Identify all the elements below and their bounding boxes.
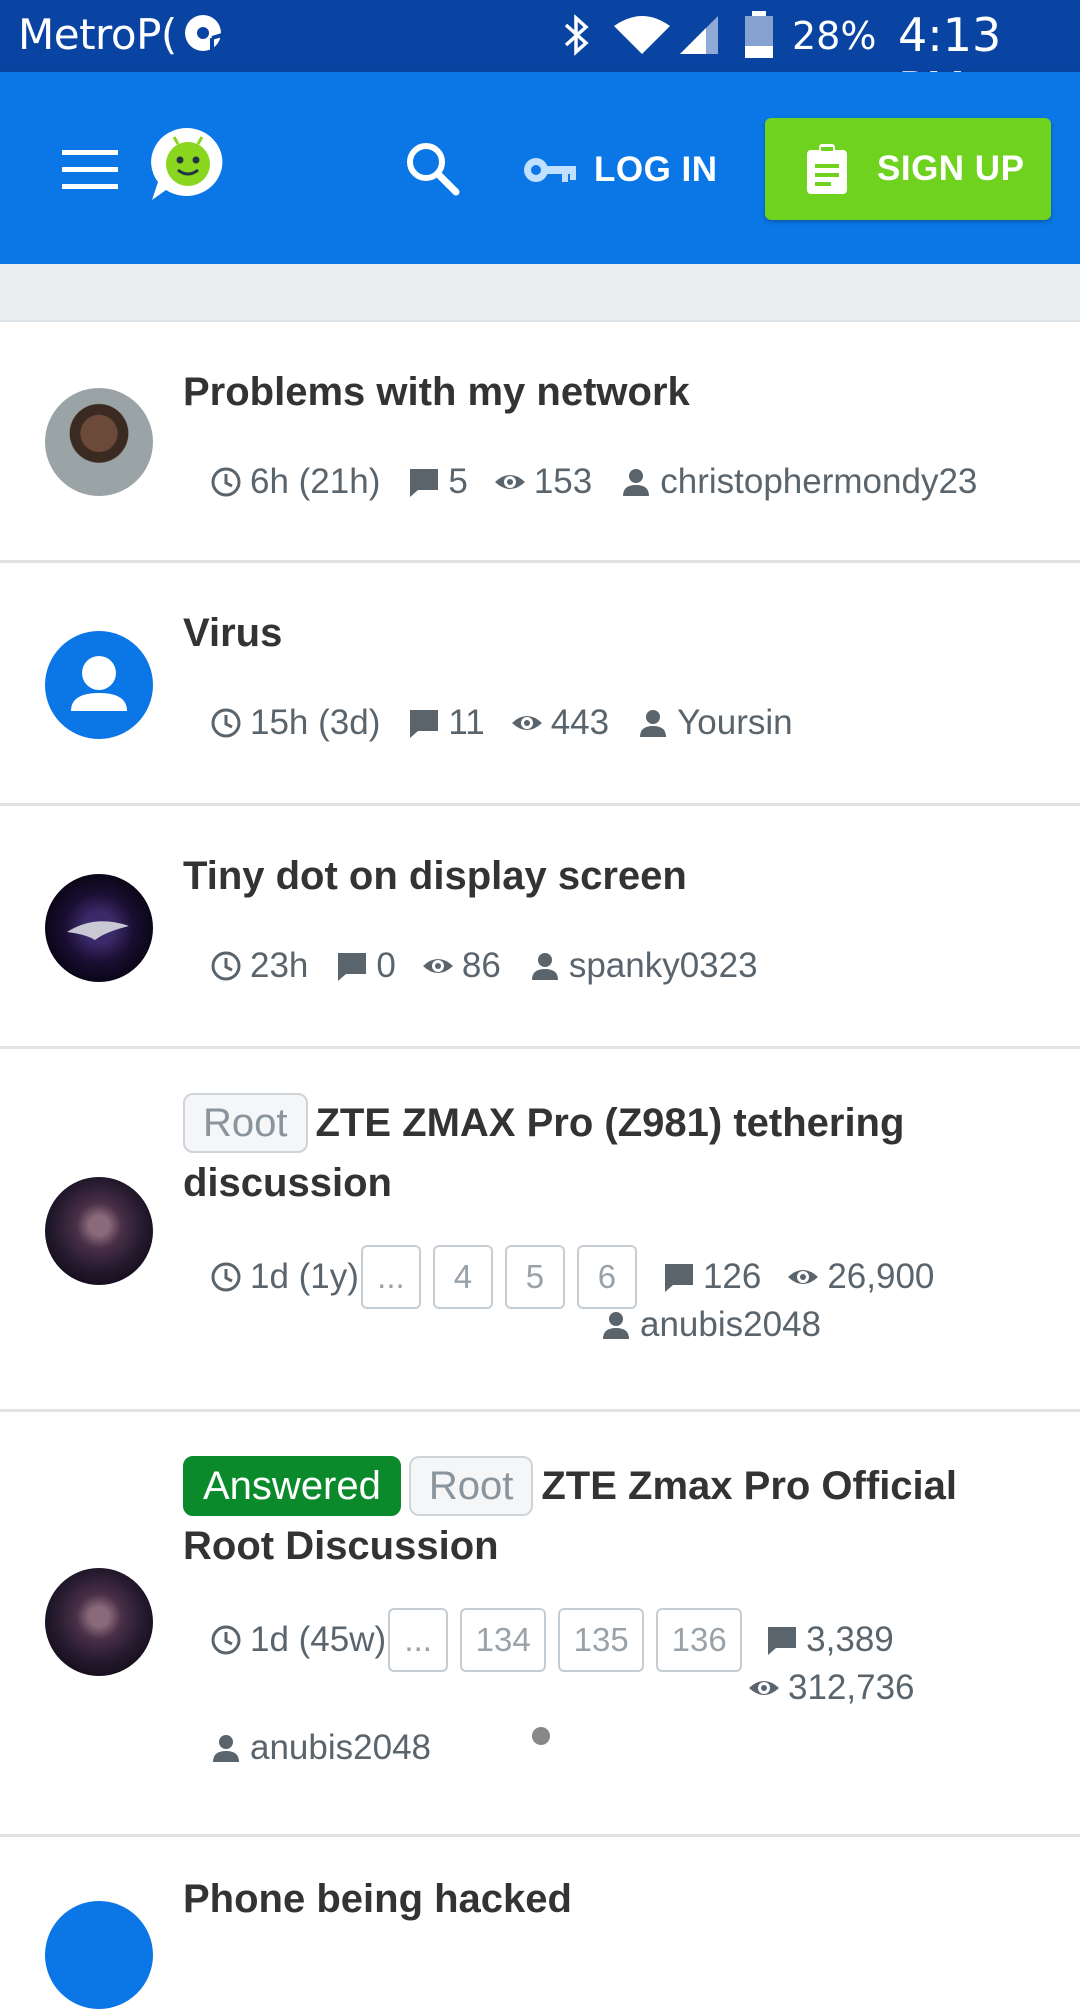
- topic-row[interactable]: Root ZTE ZMAX Pro (Z981) tethering discus…: [0, 1049, 1080, 1412]
- page-link[interactable]: 134: [460, 1608, 547, 1672]
- eye-icon: [788, 1270, 819, 1284]
- battery-percent: 28%: [792, 14, 877, 58]
- clock-icon: [211, 1262, 241, 1292]
- avatar[interactable]: [45, 631, 153, 739]
- topic-title[interactable]: Root ZTE ZMAX Pro (Z981) tethering discus…: [183, 1093, 1043, 1213]
- comment-icon: [410, 710, 439, 738]
- view-count: 26,900: [827, 1257, 935, 1296]
- avatar[interactable]: [45, 874, 153, 982]
- tag-root[interactable]: Root: [408, 1456, 534, 1516]
- comment-icon: [410, 469, 439, 497]
- clock-icon: [211, 708, 241, 738]
- view-count: 312,736: [788, 1668, 915, 1707]
- signup-label: SIGN UP: [877, 149, 1025, 188]
- eye-icon: [511, 716, 542, 730]
- page-link[interactable]: 5: [504, 1245, 565, 1309]
- topic-meta: 15h (3d) 11 443 Yoursin: [210, 703, 793, 743]
- app-header: LOG IN SIGN UP: [0, 72, 1080, 264]
- author-link[interactable]: Yoursin: [677, 703, 792, 743]
- topic-row[interactable]: Tiny dot on display screen 23h 0 86 span…: [0, 806, 1080, 1049]
- search-icon[interactable]: [402, 138, 462, 198]
- signal-icon: [680, 16, 718, 54]
- avatar[interactable]: [45, 388, 153, 496]
- hamburger-menu-icon[interactable]: [62, 150, 118, 190]
- topic-row[interactable]: Virus 15h (3d) 11 443 Yoursin: [0, 563, 1080, 806]
- comment-icon: [768, 1627, 797, 1655]
- page-link-ellipsis[interactable]: ...: [360, 1245, 421, 1309]
- signup-button[interactable]: SIGN UP: [765, 118, 1051, 220]
- clock-icon: [211, 1625, 241, 1655]
- reply-count: 0: [376, 946, 396, 985]
- key-icon: [524, 158, 576, 182]
- clock-icon: [211, 951, 241, 981]
- author-link[interactable]: spanky0323: [569, 946, 758, 986]
- topic-time: 1d (1y): [250, 1257, 359, 1296]
- user-icon: [603, 1312, 629, 1339]
- reply-count: 5: [448, 462, 468, 501]
- author-link[interactable]: anubis2048: [250, 1728, 431, 1768]
- reply-count: 126: [702, 1257, 762, 1296]
- topic-meta: 23h 0 86 spanky0323: [210, 946, 758, 986]
- battery-icon: [745, 11, 773, 58]
- view-count: 86: [461, 946, 501, 985]
- user-icon: [623, 469, 650, 496]
- eye-icon: [422, 959, 453, 973]
- view-count: 153: [533, 462, 593, 501]
- topic-row[interactable]: Phone being hacked: [0, 1837, 1080, 2009]
- topic-time: 6h (21h): [250, 462, 381, 501]
- reply-count: 3,389: [806, 1620, 894, 1659]
- music-disc-icon: [185, 15, 224, 52]
- topic-author: anubis2048: [210, 1728, 431, 1768]
- tag-root[interactable]: Root: [183, 1093, 308, 1153]
- topic-title[interactable]: Tiny dot on display screen: [183, 846, 1043, 906]
- clipboard-icon: [807, 144, 847, 194]
- page-link[interactable]: 6: [576, 1245, 637, 1309]
- page-link[interactable]: 136: [656, 1608, 743, 1672]
- topic-title[interactable]: Problems with my network: [183, 362, 1043, 422]
- topic-time: 23h: [250, 946, 309, 985]
- wifi-icon: [614, 16, 670, 54]
- topic-title[interactable]: Answered Root ZTE Zmax Pro Official Root D…: [183, 1456, 1043, 1576]
- topic-meta: 1d (45w) ... 134 135 136 3,389: [210, 1608, 894, 1672]
- author-link[interactable]: christophermondy23: [660, 462, 977, 502]
- comment-icon: [338, 953, 367, 981]
- view-count: 443: [550, 703, 610, 742]
- topic-title[interactable]: Virus: [183, 603, 1043, 663]
- bird-emblem-icon: [67, 921, 129, 940]
- clock-icon: [211, 467, 241, 497]
- topic-views: 312,736: [748, 1668, 915, 1708]
- topic-meta: 1d (1y) ... 4 5 6 126 26,900: [210, 1245, 934, 1309]
- subheader-strip: [0, 264, 1080, 322]
- avatar[interactable]: [45, 1177, 153, 1285]
- eye-icon: [494, 475, 525, 489]
- status-bar: MetroP( 28% 4:13 PM: [0, 0, 1080, 116]
- page-link[interactable]: 4: [432, 1245, 493, 1309]
- comment-icon: [664, 1264, 693, 1292]
- eye-icon: [749, 1681, 779, 1695]
- reply-count: 11: [448, 703, 485, 742]
- avatar[interactable]: [45, 1568, 153, 1676]
- android-forums-logo[interactable]: [148, 124, 228, 204]
- carrier-name: MetroP(: [18, 10, 177, 59]
- topic-time: 15h (3d): [250, 703, 381, 742]
- user-icon: [213, 1735, 239, 1762]
- topic-row[interactable]: Answered Root ZTE Zmax Pro Official Root D…: [0, 1412, 1080, 1837]
- user-icon: [640, 710, 667, 737]
- tag-answered[interactable]: Answered: [183, 1456, 401, 1516]
- bluetooth-icon: [564, 14, 589, 56]
- login-label: LOG IN: [594, 150, 718, 189]
- user-icon: [531, 953, 558, 980]
- topic-title[interactable]: Phone being hacked: [183, 1869, 1043, 1929]
- page-link[interactable]: 135: [558, 1608, 645, 1672]
- topic-meta: 6h (21h) 5 153 christophermondy23: [210, 462, 977, 502]
- page-link-ellipsis[interactable]: ...: [388, 1608, 449, 1672]
- login-button[interactable]: LOG IN: [522, 142, 718, 198]
- avatar[interactable]: [45, 1901, 153, 2009]
- author-link[interactable]: anubis2048: [640, 1305, 821, 1345]
- topic-row[interactable]: Problems with my network 6h (21h) 5 153 …: [0, 322, 1080, 563]
- topic-time: 1d (45w): [250, 1620, 387, 1659]
- default-user-icon: [71, 656, 127, 711]
- topic-author: anubis2048: [600, 1305, 821, 1345]
- scroll-indicator-dot: [532, 1727, 550, 1745]
